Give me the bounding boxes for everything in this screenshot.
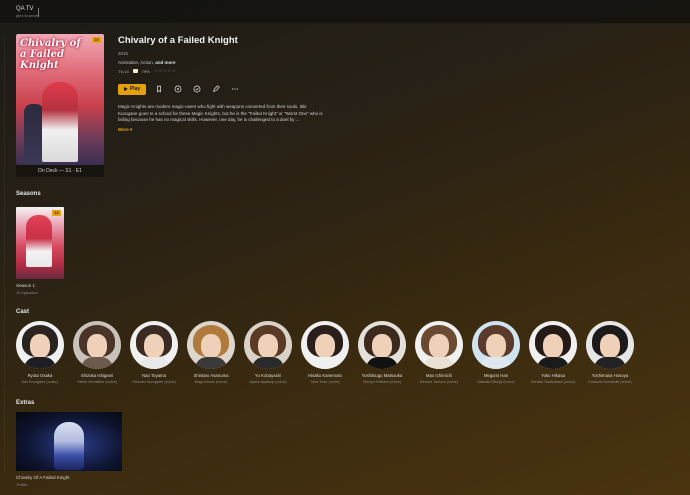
audience-score: 79% [141,68,150,74]
poster-figure-boy [24,104,44,164]
scroll-track [4,34,5,474]
play-icon [123,87,128,91]
cast-role: Kuraudo Kurashiki (voice) [588,380,632,384]
unwatched-badge: 10 [92,37,101,43]
more-options-button[interactable] [228,84,241,95]
meta-row: TV-14 79% ☆☆☆☆☆ [118,68,176,74]
seasons-heading: Seasons [16,191,41,197]
avatar [586,321,634,369]
cast-member[interactable]: Yu Kobayashi Ayase Ayatsuji (voice) [242,321,294,384]
avatar [358,321,406,369]
genres-more-link[interactable]: and more [155,60,175,65]
cast-name: Yoko Hikasa [541,373,565,378]
show-poster[interactable]: Chivalry of a Failed Knight 10 [16,34,104,165]
cast-role: Toka Todo (voice) [310,380,340,384]
avatar [529,321,577,369]
cast-name: Hisako Kanemoto [308,373,342,378]
cast-member[interactable]: Shintaro Asanuma Nagi Arisuin (voice) [185,321,237,384]
season-poster-figure [26,215,52,267]
check-circle-icon [193,85,200,93]
avatar [244,321,292,369]
cast-name: Shizuka Ishigami [80,373,114,378]
cast-name: Shintaro Asanuma [193,373,229,378]
server-name[interactable]: QA TV [16,6,34,12]
cast-role: Ayase Ayatsuji (voice) [249,380,287,384]
season-badge: 12 [52,210,61,216]
cast-name: Yu Kobayashi [254,373,282,378]
avatar [472,321,520,369]
cast-role: Nagi Arisuin (voice) [194,380,228,384]
audience-score-icon [132,69,138,73]
cast-role: Ikki Kurogane (voice) [22,380,58,384]
topbar-divider [38,8,39,17]
poster-figure-girl [42,82,78,162]
server-subtitle: plex.tv.server [16,13,40,18]
action-bar: Play [118,83,241,95]
cast-name: Nao Toyama [141,373,167,378]
more-link[interactable]: More ▾ [118,127,132,133]
content-rating: TV-14 [118,68,129,74]
cast-role: Shizuku Kurogane (voice) [132,380,176,384]
cast-member[interactable]: Yoshimasa Hosoya Kuraudo Kurashiki (voic… [584,321,636,384]
cast-role: Kanata Totokubara (voice) [530,380,576,384]
avatar [130,321,178,369]
bookmark-icon [156,85,161,93]
season-title[interactable]: Season 1 [16,283,35,288]
season-episode-count: 12 episodes [16,290,38,295]
star-rating[interactable]: ☆☆☆☆☆ [154,68,177,74]
on-deck-label[interactable]: On Deck — S1 · E1 [16,168,104,174]
cast-member[interactable]: Yoshitsugu Matsuoka Shinya Kiribara (voi… [356,321,408,384]
avatar [415,321,463,369]
shuffle-icon [174,85,181,93]
avatar [187,321,235,369]
season-poster[interactable]: 12 [16,207,64,279]
pencil-icon [212,85,220,93]
extra-title[interactable]: Chivalry Of A Failed Knight [16,475,70,480]
cast-role: Utakata Misogi (voice) [477,380,515,384]
poster-title-art: Chivalry of a Failed Knight [20,38,81,71]
cast-role: Renren Tomaru (voice) [419,380,459,384]
show-year: 2015 [118,51,129,56]
avatar [301,321,349,369]
cast-name: Yoshitsugu Matsuoka [361,373,403,378]
cast-member[interactable]: Yoko Hikasa Kanata Totokubara (voice) [527,321,579,384]
cast-name: Mao Ichimichi [425,373,453,378]
shuffle-button[interactable] [171,84,184,95]
genres-list[interactable]: Animation, Action, [118,60,155,65]
extras-heading: Extras [16,400,35,406]
cast-member[interactable]: Ryota Osaka Ikki Kurogane (voice) [14,321,66,384]
cast-name: Yoshimasa Hosoya [591,373,629,378]
cast-name: Ryota Osaka [27,373,53,378]
mark-watched-button[interactable] [190,84,203,95]
cast-role: Stella Vermillion (voice) [77,380,117,384]
show-summary: Magic Knights are modern magic-users who… [118,104,323,122]
cast-member[interactable]: Hisako Kanemoto Toka Todo (voice) [299,321,351,384]
extra-thumbnail[interactable] [16,412,122,471]
ellipsis-icon [231,88,238,90]
play-label: Play [129,86,141,92]
watchlist-button[interactable] [152,84,165,95]
cast-member[interactable]: Nao Toyama Shizuku Kurogane (voice) [128,321,180,384]
play-button[interactable]: Play [118,83,146,95]
cast-role: Shinya Kiribara (voice) [362,380,402,384]
cast-member[interactable]: Megumi Han Utakata Misogi (voice) [470,321,522,384]
page-title: Chivalry of a Failed Knight [118,35,238,46]
extra-type: Trailer [16,482,28,487]
edit-button[interactable] [209,84,222,95]
top-bar: QA TV plex.tv.server [0,0,690,24]
avatar [73,321,121,369]
cast-name: Megumi Han [483,373,509,378]
cast-heading: Cast [16,309,30,315]
extra-thumbnail-figure [54,422,84,470]
show-genres: Animation, Action, and more [118,60,176,65]
cast-member[interactable]: Mao Ichimichi Renren Tomaru (voice) [413,321,465,384]
avatar [16,321,64,369]
cast-member[interactable]: Shizuka Ishigami Stella Vermillion (voic… [71,321,123,384]
